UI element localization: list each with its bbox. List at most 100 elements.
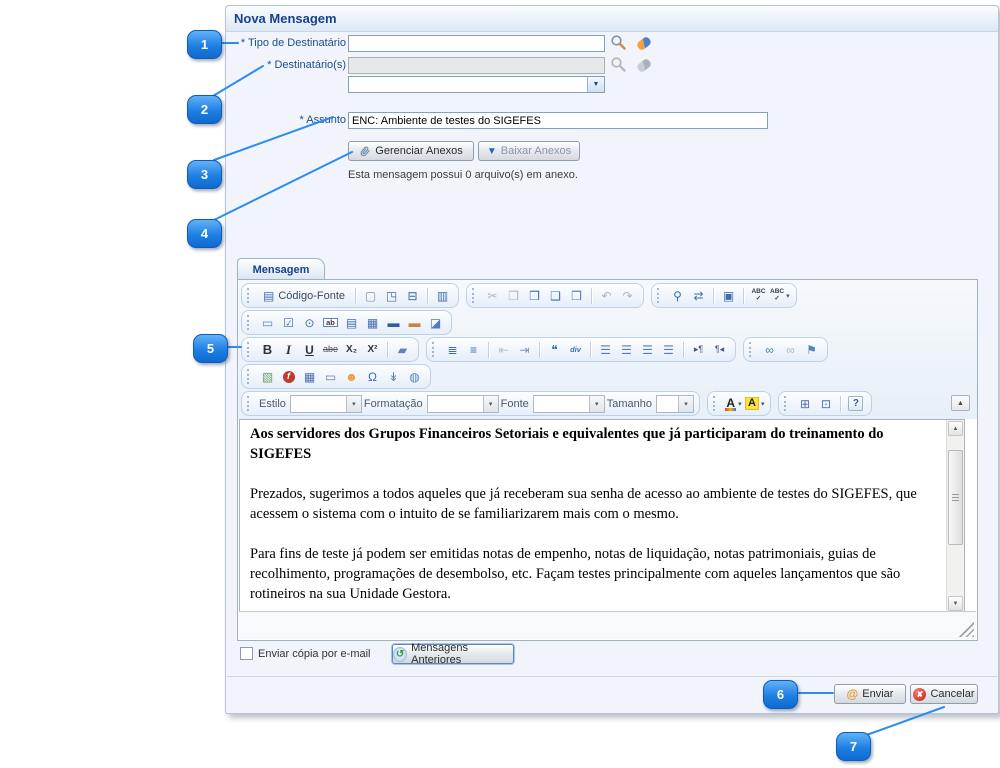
align-justify-icon[interactable]: ☰ <box>659 340 678 359</box>
remove-format-icon[interactable]: ▰ <box>393 340 412 359</box>
spell-check-as-you-type-icon[interactable]: ABC ✓▾ <box>770 286 790 305</box>
chevron-down-icon[interactable]: ▾ <box>678 396 693 412</box>
paste-from-word-icon[interactable]: ❒ <box>567 286 586 305</box>
editor-content[interactable]: Aos servidores dos Grupos Financeiros Se… <box>239 419 965 613</box>
form-fieldset-icon-glyph: ▭ <box>262 317 273 329</box>
chevron-down-icon[interactable]: ▾ <box>786 292 790 300</box>
spell-check-as-you-type-icon-glyph: ABC ✓ <box>770 289 784 301</box>
chevron-down-icon[interactable]: ▾ <box>738 400 742 408</box>
link-icon[interactable]: ∞ <box>760 340 779 359</box>
source-button[interactable]: ▤Código-Fonte <box>258 286 350 305</box>
anchor-icon[interactable]: ⚑ <box>802 340 821 359</box>
flash-icon[interactable]: f <box>279 367 298 386</box>
align-left-icon[interactable]: ☰ <box>596 340 615 359</box>
chevron-down-icon[interactable]: ▾ <box>589 396 604 412</box>
chevron-down-icon[interactable]: ▾ <box>346 396 361 412</box>
tab-mensagem[interactable]: Mensagem <box>237 258 325 281</box>
strikethrough-icon[interactable]: abe <box>321 340 340 359</box>
bold-icon[interactable]: B <box>258 340 277 359</box>
font-select[interactable]: ▾ <box>533 395 605 413</box>
hidden-field-icon[interactable]: ◪ <box>426 313 445 332</box>
scrollbar-thumb[interactable] <box>948 450 963 545</box>
chevron-down-icon[interactable]: ▼ <box>587 77 604 92</box>
recipient-type-clear-button[interactable] <box>634 34 654 53</box>
toolbar-group: A▾A▾ <box>707 391 771 416</box>
paste-as-text-icon-glyph: ❑ <box>550 290 561 302</box>
toolbar-collapse-button[interactable]: ▲ <box>951 395 970 411</box>
recipient-type-input[interactable] <box>348 35 605 52</box>
text-color-icon[interactable]: A▾ <box>724 394 743 413</box>
superscript-icon[interactable]: X² <box>363 340 382 359</box>
align-center-icon[interactable]: ☰ <box>617 340 636 359</box>
about-icon[interactable]: ? <box>846 394 865 413</box>
scroll-up-icon[interactable]: ▲ <box>948 421 963 436</box>
format-select[interactable]: ▾ <box>427 395 499 413</box>
cancel-button[interactable]: ✘ Cancelar <box>910 684 978 704</box>
replace-icon[interactable]: ⇄ <box>689 286 708 305</box>
textarea-field-icon[interactable]: ▤ <box>342 313 361 332</box>
callout-1: 1 <box>187 30 222 59</box>
horizontal-rule-icon[interactable]: ▭ <box>321 367 340 386</box>
send-copy-checkbox[interactable] <box>240 647 253 660</box>
maximize-icon[interactable]: ⊞ <box>795 394 814 413</box>
editor-bottom-bar <box>239 611 976 639</box>
image-button-field-icon[interactable]: ▬ <box>405 313 424 332</box>
scroll-down-icon[interactable]: ▼ <box>948 596 963 611</box>
callout-2: 2 <box>187 95 222 124</box>
div-container-icon[interactable]: div <box>566 340 585 359</box>
subscript-icon[interactable]: X₂ <box>342 340 361 359</box>
page-break-icon[interactable]: ↡ <box>384 367 403 386</box>
align-right-icon[interactable]: ☰ <box>638 340 657 359</box>
paste-as-text-icon[interactable]: ❑ <box>546 286 565 305</box>
bullet-list-icon[interactable]: ≡ <box>464 340 483 359</box>
templates-icon[interactable]: ▥ <box>433 286 452 305</box>
select-all-icon[interactable]: ▣ <box>719 286 738 305</box>
editor-scrollbar[interactable]: ▲ ▼ <box>946 420 964 612</box>
recipient-type-label: * Tipo de Destinatário <box>230 37 346 49</box>
recipients-dropdown[interactable]: ▼ <box>348 76 605 93</box>
chevron-down-icon[interactable]: ▾ <box>483 396 498 412</box>
indent-icon[interactable]: ⇥ <box>515 340 534 359</box>
print-icon[interactable]: ⊟ <box>403 286 422 305</box>
chevron-down-icon[interactable]: ▾ <box>761 400 765 408</box>
send-button[interactable]: @ Enviar <box>834 684 906 704</box>
button-field-icon[interactable]: ▬ <box>384 313 403 332</box>
preview-icon[interactable]: ◳ <box>382 286 401 305</box>
text-direction-rtl-icon[interactable]: ¶◂ <box>710 340 729 359</box>
find-icon[interactable]: ⚲ <box>668 286 687 305</box>
insert-image-icon[interactable]: ▧ <box>258 367 277 386</box>
resize-handle[interactable] <box>958 621 974 637</box>
numbered-list-icon[interactable]: ≣ <box>443 340 462 359</box>
underline-icon[interactable]: U <box>300 340 319 359</box>
checkbox-field-icon[interactable]: ☑ <box>279 313 298 332</box>
italic-icon[interactable]: I <box>279 340 298 359</box>
manage-attachments-button[interactable]: Gerenciar Anexos <box>348 141 474 161</box>
recipient-type-search-button[interactable] <box>608 33 628 52</box>
table-icon[interactable]: ▦ <box>300 367 319 386</box>
form-fieldset-icon[interactable]: ▭ <box>258 313 277 332</box>
subject-input[interactable] <box>348 112 768 129</box>
style-select[interactable]: ▾ <box>290 395 362 413</box>
radio-field-icon[interactable]: ⊙ <box>300 313 319 332</box>
message-paragraph: Para fins de teste já podem ser emitidas… <box>250 544 937 604</box>
new-page-icon[interactable]: ▢ <box>361 286 380 305</box>
size-select[interactable]: ▾ <box>656 395 694 413</box>
select-field-icon[interactable]: ▦ <box>363 313 382 332</box>
smiley-icon[interactable]: ☻ <box>342 367 361 386</box>
blockquote-icon[interactable]: ❝ <box>545 340 564 359</box>
paste-icon[interactable]: ❒ <box>525 286 544 305</box>
textarea-field-icon-glyph: ▤ <box>346 317 357 329</box>
special-char-icon[interactable]: Ω <box>363 367 382 386</box>
show-blocks-icon[interactable]: ⊡ <box>816 394 835 413</box>
text-direction-ltr-icon[interactable]: ▸¶ <box>689 340 708 359</box>
toolbar-group: ▤Código-Fonte ▢◳⊟ ▥ <box>241 283 459 308</box>
editor-body[interactable]: Aos servidores dos Grupos Financeiros Se… <box>240 420 947 612</box>
text-field-icon[interactable]: ab <box>321 313 340 332</box>
previous-messages-button[interactable]: ↺ Mensagens Anteriores <box>392 644 514 664</box>
paperclip-icon <box>359 145 371 158</box>
download-attachments-button[interactable]: ▼ Baixar Anexos <box>478 141 580 161</box>
iframe-icon[interactable]: ◍ <box>405 367 424 386</box>
spell-check-icon[interactable]: ABC ✓ <box>749 286 768 305</box>
bg-color-icon[interactable]: A▾ <box>745 394 764 413</box>
toolbar-grip <box>657 288 662 303</box>
